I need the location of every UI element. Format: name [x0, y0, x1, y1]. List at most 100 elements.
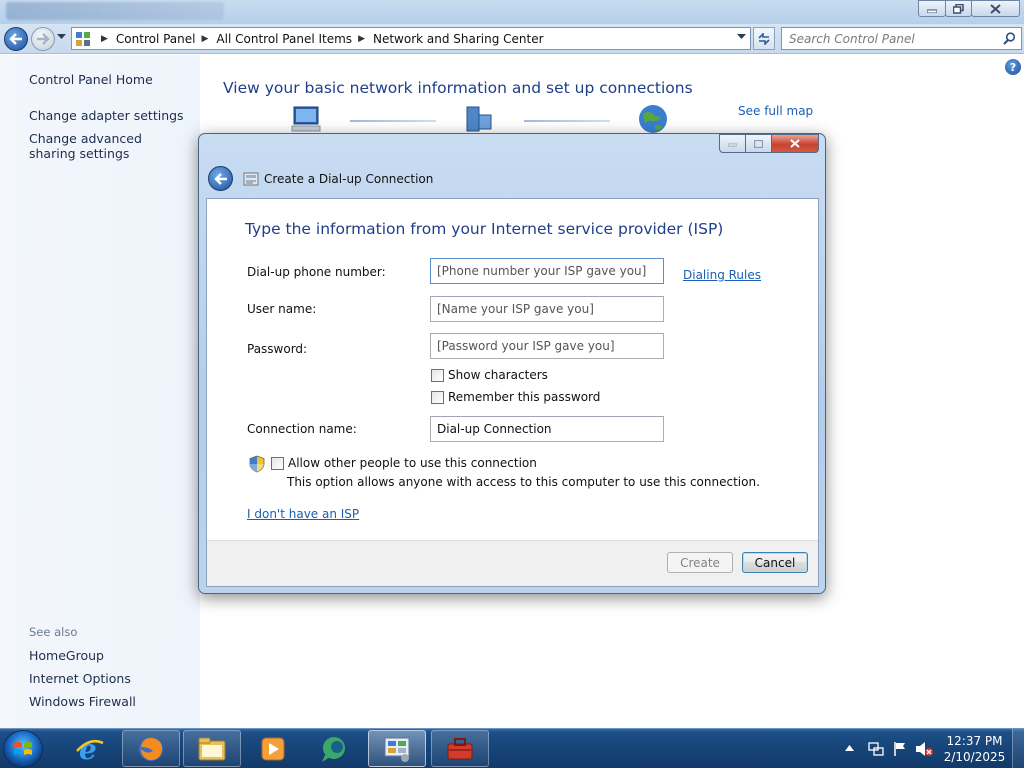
- user-name-input[interactable]: [430, 296, 664, 322]
- control-panel-home-link[interactable]: Control Panel Home: [29, 72, 153, 87]
- homegroup-link[interactable]: HomeGroup: [29, 648, 104, 663]
- globe-icon: [639, 105, 667, 133]
- arrow-left-icon: [213, 172, 227, 185]
- user-name-label: User name:: [247, 302, 317, 316]
- recent-pages-dropdown-icon[interactable]: [57, 34, 66, 40]
- restore-button[interactable]: [945, 0, 972, 17]
- dialog-close-button[interactable]: [772, 134, 819, 153]
- search-icon[interactable]: [1003, 32, 1016, 45]
- volume-muted-icon[interactable]: [915, 741, 933, 757]
- phone-number-input[interactable]: [430, 258, 664, 284]
- windows-firewall-link[interactable]: Windows Firewall: [29, 694, 136, 709]
- dialog-back-button[interactable]: [208, 166, 233, 191]
- taskbar-firefox[interactable]: [122, 730, 180, 767]
- cancel-button[interactable]: Cancel: [742, 552, 808, 573]
- network-icon: [466, 106, 492, 132]
- change-advanced-sharing-link[interactable]: Change advanced sharing settings: [29, 131, 189, 161]
- task-pane: Control Panel Home Change adapter settin…: [0, 55, 200, 728]
- back-button[interactable]: [4, 27, 28, 51]
- dialup-dialog: Create a Dial-up Connection Type the inf…: [198, 133, 826, 594]
- help-icon[interactable]: ?: [1005, 59, 1021, 75]
- close-button[interactable]: [971, 0, 1020, 17]
- restore-icon: [953, 3, 964, 14]
- remember-password-option[interactable]: Remember this password: [431, 390, 600, 404]
- dialup-wizard-icon: [243, 172, 259, 186]
- allow-others-option[interactable]: Allow other people to use this connectio…: [271, 456, 537, 470]
- breadcrumb-separator-icon[interactable]: ▶: [202, 34, 209, 44]
- internet-options-link[interactable]: Internet Options: [29, 671, 131, 686]
- allow-others-label[interactable]: Allow other people to use this connectio…: [288, 456, 537, 470]
- file-explorer-icon: [198, 737, 226, 760]
- show-characters-label[interactable]: Show characters: [448, 368, 548, 382]
- clock-date: 2/10/2025: [943, 750, 1006, 764]
- show-characters-checkbox[interactable]: [431, 368, 444, 382]
- windows-logo-icon: [14, 742, 32, 755]
- dialog-content: Type the information from your Internet …: [206, 198, 819, 587]
- map-connection-line: [350, 120, 436, 122]
- taskbar-messenger[interactable]: [305, 730, 363, 767]
- dialog-title: Create a Dial-up Connection: [264, 172, 434, 186]
- allow-others-checkbox[interactable]: [271, 456, 284, 470]
- search-input[interactable]: [789, 31, 1003, 46]
- connection-name-label: Connection name:: [247, 422, 357, 436]
- firefox-icon: [139, 736, 163, 761]
- minimize-icon: [728, 143, 737, 146]
- network-status-icon[interactable]: [868, 741, 884, 757]
- see-also-heading: See also: [29, 625, 78, 639]
- breadcrumb: ▶ Control Panel ▶ All Control Panel Item…: [95, 32, 544, 46]
- refresh-icon: [758, 32, 770, 45]
- address-field[interactable]: ▶ Control Panel ▶ All Control Panel Item…: [71, 27, 751, 50]
- remember-password-checkbox[interactable]: [431, 390, 444, 404]
- create-button[interactable]: Create: [667, 552, 733, 573]
- breadcrumb-separator-icon[interactable]: ▶: [101, 34, 108, 44]
- arrow-right-icon: [37, 33, 50, 45]
- uac-shield-icon: [249, 455, 265, 473]
- password-input[interactable]: [430, 333, 664, 359]
- dialog-maximize-button[interactable]: [746, 134, 772, 153]
- allow-others-note: This option allows anyone with access to…: [287, 475, 760, 489]
- show-hidden-icons-icon[interactable]: [845, 745, 854, 751]
- taskbar-control-panel[interactable]: [368, 730, 426, 767]
- connection-name-input[interactable]: [430, 416, 664, 442]
- computer-icon: [291, 106, 321, 132]
- dialog-minimize-button[interactable]: [719, 134, 746, 153]
- window-titlebar: [0, 0, 1024, 24]
- breadcrumb-network-sharing[interactable]: Network and Sharing Center: [373, 32, 544, 46]
- chevron-down-icon[interactable]: [737, 34, 746, 40]
- taskbar-toolbox[interactable]: [431, 730, 489, 767]
- clock-time: 12:37 PM: [946, 734, 1003, 748]
- taskbar-media-player[interactable]: [244, 730, 302, 767]
- password-label: Password:: [247, 342, 308, 356]
- remember-password-label[interactable]: Remember this password: [448, 390, 600, 404]
- show-characters-option[interactable]: Show characters: [431, 368, 548, 382]
- minimize-icon: [927, 9, 937, 13]
- forward-button[interactable]: [31, 27, 55, 51]
- action-center-flag-icon[interactable]: [892, 741, 908, 757]
- change-adapter-settings-link[interactable]: Change adapter settings: [29, 108, 184, 123]
- dialog-caption-buttons: [719, 134, 819, 153]
- taskbar: e 12:37 PM 2/10/2025: [0, 728, 1024, 768]
- breadcrumb-all-items[interactable]: All Control Panel Items: [216, 32, 352, 46]
- no-isp-link[interactable]: I don't have an ISP: [247, 507, 359, 521]
- show-desktop-button[interactable]: [1012, 729, 1024, 768]
- close-icon: [990, 3, 1001, 14]
- address-toolbar: ▶ Control Panel ▶ All Control Panel Item…: [0, 24, 1024, 54]
- see-full-map-link[interactable]: See full map: [738, 104, 813, 118]
- breadcrumb-separator-icon[interactable]: ▶: [358, 34, 365, 44]
- taskbar-internet-explorer[interactable]: e: [61, 730, 119, 767]
- map-connection-line: [524, 120, 610, 122]
- clock[interactable]: 12:37 PM 2/10/2025: [942, 733, 1007, 765]
- phone-number-label: Dial-up phone number:: [247, 265, 386, 279]
- internet-explorer-icon: e: [76, 735, 104, 763]
- refresh-button[interactable]: [753, 27, 775, 50]
- page-title: View your basic network information and …: [223, 79, 693, 97]
- start-button[interactable]: [3, 730, 43, 768]
- dialog-footer: Create Cancel: [207, 540, 818, 586]
- minimize-button[interactable]: [918, 0, 946, 17]
- arrow-left-icon: [9, 33, 22, 45]
- breadcrumb-control-panel[interactable]: Control Panel: [116, 32, 196, 46]
- search-box[interactable]: [781, 27, 1022, 50]
- dialing-rules-link[interactable]: Dialing Rules: [683, 268, 761, 282]
- close-icon: [790, 139, 800, 148]
- taskbar-file-explorer[interactable]: [183, 730, 241, 767]
